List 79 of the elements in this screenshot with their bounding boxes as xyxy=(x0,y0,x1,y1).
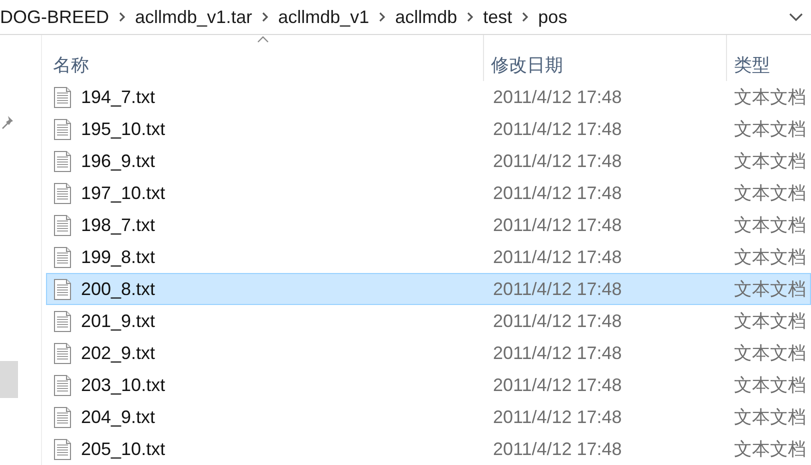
text-file-icon xyxy=(54,118,71,140)
file-type: 文本文档 xyxy=(733,342,806,364)
file-name: 196_9.txt xyxy=(81,150,156,172)
file-name: 204_9.txt xyxy=(81,406,156,428)
sort-up-icon xyxy=(257,36,269,43)
text-file-icon xyxy=(54,438,71,460)
address-bar[interactable]: DOG-BREED acllmdb_v1.tar acllmdb_v1 acllmdb test pos xyxy=(0,0,811,35)
file-row[interactable]: 198_7.txt 2011/4/12 17:48 文本文档 xyxy=(46,209,811,241)
breadcrumb-item[interactable]: test xyxy=(483,4,512,30)
file-name: 197_10.txt xyxy=(81,182,166,204)
file-name: 203_10.txt xyxy=(81,374,166,396)
file-name: 200_8.txt xyxy=(81,278,156,300)
modified-date: 2011/4/12 17:48 xyxy=(492,214,623,236)
file-row[interactable]: 204_9.txt 2011/4/12 17:48 文本文档 xyxy=(46,401,811,433)
text-file-icon xyxy=(54,246,71,268)
file-type: 文本文档 xyxy=(733,374,806,396)
chevron-right-icon xyxy=(378,12,386,22)
file-row[interactable]: 197_10.txt 2011/4/12 17:48 文本文档 xyxy=(46,177,811,209)
text-file-icon xyxy=(54,374,71,396)
text-file-icon xyxy=(54,182,71,204)
modified-date: 2011/4/12 17:48 xyxy=(492,150,623,172)
modified-date: 2011/4/12 17:48 xyxy=(492,182,623,204)
text-file-icon xyxy=(54,86,71,108)
file-type: 文本文档 xyxy=(733,118,806,140)
text-file-icon xyxy=(54,214,71,236)
scrollbar-thumb[interactable] xyxy=(0,361,18,398)
file-type: 文本文档 xyxy=(733,182,806,204)
column-header[interactable]: 修改日期 xyxy=(484,35,727,81)
chevron-right-icon xyxy=(521,12,530,22)
breadcrumb-item[interactable]: acllmdb_v1 xyxy=(278,4,370,30)
modified-date: 2011/4/12 17:48 xyxy=(492,278,623,300)
modified-date: 2011/4/12 17:48 xyxy=(492,406,623,428)
file-type: 文本文档 xyxy=(733,310,806,332)
text-file-icon xyxy=(54,278,71,300)
chevron-right-icon xyxy=(118,12,126,22)
file-name: 198_7.txt xyxy=(81,214,156,236)
file-row[interactable]: 196_9.txt 2011/4/12 17:48 文本文档 xyxy=(46,145,811,177)
text-file-icon xyxy=(54,406,71,428)
file-type: 文本文档 xyxy=(733,438,806,460)
chevron-right-icon xyxy=(466,12,474,22)
file-name: 199_8.txt xyxy=(81,246,156,268)
file-name: 201_9.txt xyxy=(81,310,156,332)
modified-date: 2011/4/12 17:48 xyxy=(492,438,623,460)
text-file-icon xyxy=(54,150,71,172)
file-row[interactable]: 194_7.txt 2011/4/12 17:48 文本文档 xyxy=(46,81,811,113)
file-row[interactable]: 200_8.txt 2011/4/12 17:48 文本文档 xyxy=(46,273,811,305)
modified-date: 2011/4/12 17:48 xyxy=(492,118,623,140)
text-file-icon xyxy=(54,310,71,332)
file-type: 文本文档 xyxy=(733,246,806,268)
file-type: 文本文档 xyxy=(733,406,806,428)
modified-date: 2011/4/12 17:48 xyxy=(492,86,623,108)
file-type: 文本文档 xyxy=(733,278,806,300)
breadcrumb-item[interactable]: pos xyxy=(538,4,568,30)
file-type: 文本文档 xyxy=(733,214,806,236)
file-row[interactable]: 203_10.txt 2011/4/12 17:48 文本文档 xyxy=(46,369,811,401)
pin-icon[interactable] xyxy=(0,115,14,129)
file-name: 195_10.txt xyxy=(81,118,166,140)
file-row[interactable]: 202_9.txt 2011/4/12 17:48 文本文档 xyxy=(46,337,811,369)
modified-date: 2011/4/12 17:48 xyxy=(492,342,623,364)
column-header[interactable]: 类型 xyxy=(727,35,811,81)
modified-date: 2011/4/12 17:48 xyxy=(492,374,623,396)
breadcrumb-item[interactable]: acllmdb_v1.tar xyxy=(135,4,252,30)
file-row[interactable]: 205_10.txt 2011/4/12 17:48 文本文档 xyxy=(46,433,811,465)
file-name: 202_9.txt xyxy=(81,342,156,364)
file-type: 文本文档 xyxy=(733,150,806,172)
file-row[interactable]: 195_10.txt 2011/4/12 17:48 文本文档 xyxy=(46,113,811,145)
file-name: 194_7.txt xyxy=(81,86,156,108)
column-header[interactable]: 名称 xyxy=(46,35,484,81)
file-type: 文本文档 xyxy=(733,86,806,108)
modified-date: 2011/4/12 17:48 xyxy=(492,246,623,268)
file-row[interactable]: 201_9.txt 2011/4/12 17:48 文本文档 xyxy=(46,305,811,337)
chevron-right-icon xyxy=(261,12,270,22)
file-name: 205_10.txt xyxy=(81,438,166,460)
breadcrumb-item[interactable]: DOG-BREED xyxy=(0,4,110,30)
modified-date: 2011/4/12 17:48 xyxy=(492,310,623,332)
breadcrumb-item[interactable]: acllmdb xyxy=(395,4,458,30)
chevron-down-icon[interactable] xyxy=(789,12,803,22)
text-file-icon xyxy=(54,342,71,364)
file-row[interactable]: 199_8.txt 2011/4/12 17:48 文本文档 xyxy=(46,241,811,273)
